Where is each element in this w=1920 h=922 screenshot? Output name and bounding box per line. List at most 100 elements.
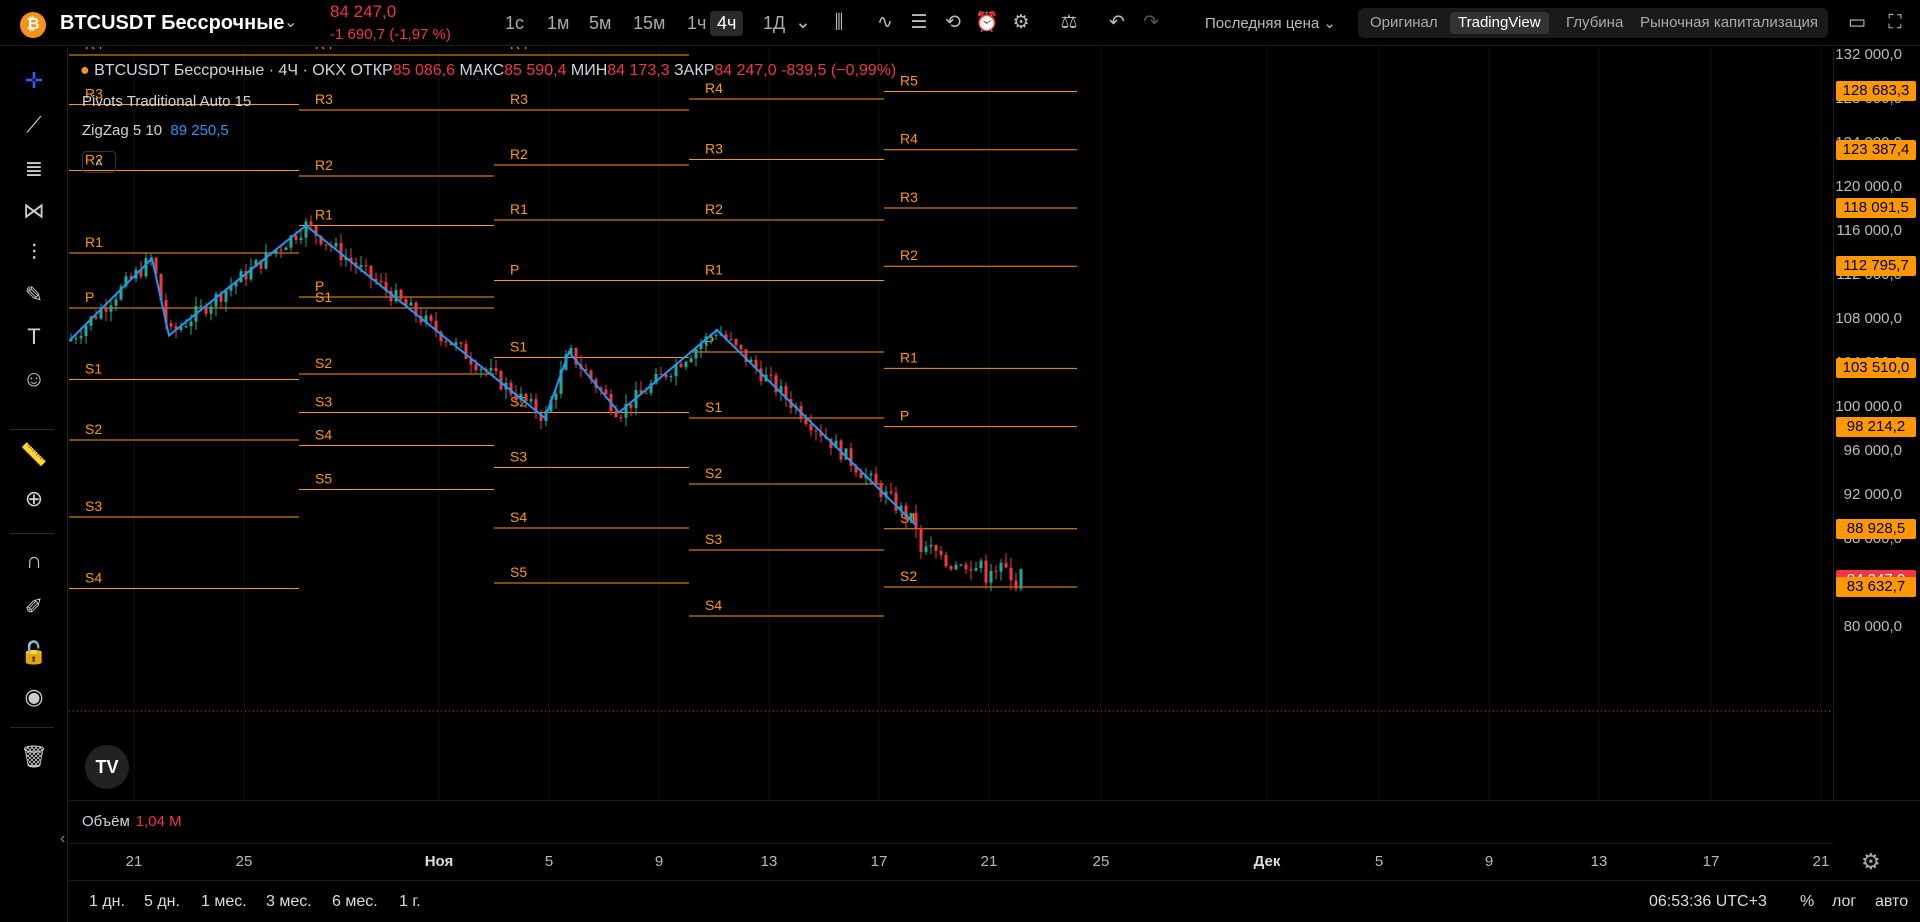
range-1m[interactable]: 1 мес. [201,893,247,911]
range-3m[interactable]: 3 мес. [266,893,312,911]
alert-icon[interactable]: ⏰ [974,10,1000,36]
pivot-label-r4: R4 [85,47,103,52]
pivot-label-s1: S1 [705,399,722,415]
tf-5m[interactable]: 5м [582,11,618,36]
chevron-down-icon[interactable]: ⌄ [790,10,816,36]
candle-body [429,315,433,321]
range-6m[interactable]: 6 мес. [332,893,378,911]
collapse-legend-button[interactable]: ˄ [82,151,116,173]
price-badge: 103 510,0 [1836,358,1916,379]
price-axis-label: 100 000,0 [1835,398,1902,415]
pivot-label-s5: S5 [510,564,527,580]
gear-icon[interactable]: ⚙ [1861,849,1881,875]
emoji-icon[interactable]: ☺ [18,363,50,395]
volume-legend[interactable]: Объём 1,04 M [82,813,182,830]
pivot-label-r3: R3 [900,189,918,205]
time-axis-label: 21 [1812,853,1830,870]
auto-toggle[interactable]: авто [1875,893,1908,911]
symbol-title[interactable]: BTCUSDT Бессрочные [60,12,284,35]
view-tradingview[interactable]: TradingView [1450,12,1549,34]
brush-icon[interactable]: ✎ [18,279,50,311]
candle-body [894,492,898,511]
candle-body [814,430,818,432]
replay-icon[interactable]: ⟲ [940,10,966,36]
compare-icon[interactable]: ⚖ [1056,10,1082,36]
percent-toggle[interactable]: % [1800,893,1814,911]
pivot-label-r1: R1 [85,234,103,250]
fullscreen-icon[interactable]: ⛶ [1882,10,1908,36]
legend-low: 84 173,3 [607,62,670,79]
candle-body [74,338,78,340]
zigzag-legend[interactable]: ZigZag 5 10 89 250,5 [82,122,229,139]
unlock-icon[interactable]: 🔓 [18,637,50,669]
eye-icon[interactable]: ◉ [18,681,50,713]
prediction-icon[interactable]: ⫶ [18,237,50,269]
price-type-select[interactable]: Последняя цена ⌄ [1205,14,1336,32]
view-market-cap[interactable]: Рыночная капитализация [1632,12,1826,34]
candles-icon[interactable]: ⫼ [826,10,852,36]
fib-icon[interactable]: ≣ [18,153,50,185]
pivot-label-s4: S4 [85,570,102,586]
redo-icon[interactable]: ↷ [1138,10,1164,36]
magnet-icon[interactable]: ∩ [18,545,50,577]
view-depth[interactable]: Глубина [1558,12,1631,34]
lock-drawings-icon[interactable]: ✐ [18,591,50,623]
pivot-label-s3: S3 [705,531,722,547]
clock[interactable]: 06:53:36 UTC+3 [1649,893,1767,911]
tf-15m[interactable]: 15м [626,11,672,36]
tf-1s[interactable]: 1с [498,11,531,36]
log-toggle[interactable]: лог [1832,893,1856,911]
candle-body [644,392,648,394]
volume-value: 1,04 M [135,813,182,830]
tf-1m[interactable]: 1м [540,11,576,36]
list-icon[interactable]: ☰ [906,10,932,36]
candle-body [689,358,693,362]
candle-body [379,280,383,282]
gear-icon[interactable]: ⚙ [1008,10,1034,36]
candle-body [614,411,618,418]
candle-body [994,570,998,572]
text-icon[interactable]: T [18,321,50,353]
candle-body [734,339,738,345]
time-axis-label: 17 [1702,853,1720,870]
indicators-icon[interactable]: ∿ [872,10,898,36]
range-1y[interactable]: 1 г. [399,893,421,911]
pattern-icon[interactable]: ⋈ [18,195,50,227]
price-axis[interactable]: 132 000,0128 000,0124 000,0120 000,0116 … [1833,46,1920,800]
legend-coin-icon: ● [80,62,90,79]
range-5d[interactable]: 5 дн. [144,893,180,911]
ruler-icon[interactable]: 📏 [18,439,50,471]
layout-icon[interactable]: ▭ [1844,10,1870,36]
pivots-legend[interactable]: Pivots Traditional Auto 15 [82,93,251,110]
chevron-down-icon[interactable]: ⌄ [284,12,297,32]
trend-line-icon[interactable]: ⟋ [18,109,50,141]
candle-body [399,289,403,300]
pivot-label-r4: R4 [900,131,918,147]
candle-body [264,252,268,269]
zigzag-label: ZigZag 5 10 [82,122,163,139]
time-axis[interactable]: 21 25 Ноя 5 9 13 17 21 25 Дек 5 9 13 17 21 [69,843,1833,879]
time-axis-label: 21 [125,853,143,870]
tf-1h[interactable]: 1ч [680,11,713,36]
tf-1d[interactable]: 1Д [756,11,792,36]
pivot-label-s2: S2 [900,568,917,584]
trash-icon[interactable]: 🗑 [18,741,50,773]
chevron-down-icon: ⌄ [1323,15,1336,32]
chevron-left-icon[interactable]: ‹ [60,830,65,848]
candle-body [694,349,698,359]
legend-high-label: МАКС [459,62,505,79]
pivot-label-r1: R1 [900,349,918,365]
price-chart[interactable]: P R1 R2 R3 R4 S1 S2 S3 S4 P R1 R2 R3 R4 S1 S2 S3 S4 S5 P R1 R… [69,47,1832,800]
undo-icon[interactable]: ↶ [1104,10,1130,36]
view-original[interactable]: Оригинал [1362,12,1446,34]
time-axis-label: Дек [1253,853,1281,870]
zoom-icon[interactable]: ⊕ [18,483,50,515]
candle-body [989,570,993,583]
tradingview-logo[interactable]: TV [85,745,129,789]
crosshair-icon[interactable]: ✛ [18,65,50,97]
candle-body [729,338,733,340]
candle-body [309,221,313,226]
range-1d[interactable]: 1 дн. [89,893,125,911]
tf-4h[interactable]: 4ч [710,11,744,36]
zigzag-value: 89 250,5 [170,122,229,139]
